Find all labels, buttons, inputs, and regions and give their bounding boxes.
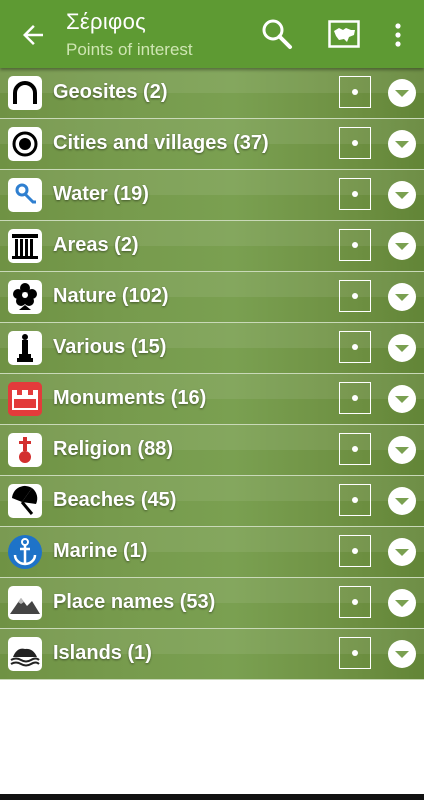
chevron-down-icon[interactable] xyxy=(387,282,417,312)
category-row-water[interactable]: Water (19) xyxy=(0,170,424,221)
category-checkbox[interactable] xyxy=(339,433,371,465)
category-list: Geosites (2) Cities and villages (37) Wa… xyxy=(0,68,424,680)
chevron-down-icon[interactable] xyxy=(387,486,417,516)
arrow-back-icon[interactable] xyxy=(18,20,48,50)
category-checkbox[interactable] xyxy=(339,382,371,414)
category-checkbox[interactable] xyxy=(339,76,371,108)
castle-icon xyxy=(8,382,42,416)
category-checkbox[interactable] xyxy=(339,637,371,669)
category-checkbox[interactable] xyxy=(339,586,371,618)
category-row-nature[interactable]: Nature (102) xyxy=(0,272,424,323)
island-icon xyxy=(8,637,42,671)
category-checkbox[interactable] xyxy=(339,331,371,363)
geosite-arch-icon xyxy=(8,76,42,110)
chevron-down-icon[interactable] xyxy=(387,231,417,261)
cross-icon xyxy=(8,433,42,467)
category-label: Nature (102) xyxy=(53,285,169,307)
category-checkbox[interactable] xyxy=(339,484,371,516)
chevron-down-icon[interactable] xyxy=(387,384,417,414)
category-label: Various (15) xyxy=(53,336,167,358)
category-label: Marine (1) xyxy=(53,540,148,562)
mountain-icon xyxy=(8,586,42,620)
category-row-islands[interactable]: Islands (1) xyxy=(0,629,424,680)
flower-icon xyxy=(8,280,42,314)
system-nav-bar xyxy=(0,794,424,800)
category-label: Beaches (45) xyxy=(53,489,177,511)
category-row-various[interactable]: Various (15) xyxy=(0,323,424,374)
category-row-marine[interactable]: Marine (1) xyxy=(0,527,424,578)
chevron-down-icon[interactable] xyxy=(387,537,417,567)
more-vert-icon[interactable] xyxy=(386,20,410,50)
column-icon xyxy=(8,229,42,263)
category-checkbox[interactable] xyxy=(339,127,371,159)
chevron-down-icon[interactable] xyxy=(387,180,417,210)
category-row-geosites[interactable]: Geosites (2) xyxy=(0,68,424,119)
category-checkbox[interactable] xyxy=(339,535,371,567)
city-target-icon xyxy=(8,127,42,161)
chevron-down-icon[interactable] xyxy=(387,129,417,159)
map-icon[interactable] xyxy=(328,20,360,48)
category-label: Cities and villages (37) xyxy=(53,132,269,154)
chevron-down-icon[interactable] xyxy=(387,333,417,363)
monument-figure-icon xyxy=(8,331,42,365)
chevron-down-icon[interactable] xyxy=(387,78,417,108)
category-checkbox[interactable] xyxy=(339,280,371,312)
category-row-monuments[interactable]: Monuments (16) xyxy=(0,374,424,425)
category-label: Areas (2) xyxy=(53,234,139,256)
app-bar: Σέριφος Points of interest xyxy=(0,0,424,68)
chevron-down-icon[interactable] xyxy=(387,588,417,618)
umbrella-icon xyxy=(8,484,42,518)
search-icon[interactable] xyxy=(260,17,294,51)
category-row-religion[interactable]: Religion (88) xyxy=(0,425,424,476)
page-title: Σέριφος xyxy=(66,9,147,34)
category-label: Water (19) xyxy=(53,183,149,205)
water-drop-icon xyxy=(8,178,42,212)
category-label: Religion (88) xyxy=(53,438,174,460)
category-row-cities[interactable]: Cities and villages (37) xyxy=(0,119,424,170)
category-label: Place names (53) xyxy=(53,591,216,613)
chevron-down-icon[interactable] xyxy=(387,435,417,465)
category-row-areas[interactable]: Areas (2) xyxy=(0,221,424,272)
category-label: Islands (1) xyxy=(53,642,152,664)
chevron-down-icon[interactable] xyxy=(387,639,417,669)
anchor-icon xyxy=(8,535,42,569)
category-checkbox[interactable] xyxy=(339,178,371,210)
category-checkbox[interactable] xyxy=(339,229,371,261)
category-label: Monuments (16) xyxy=(53,387,207,409)
page-subtitle: Points of interest xyxy=(66,40,193,59)
category-row-place-names[interactable]: Place names (53) xyxy=(0,578,424,629)
category-row-beaches[interactable]: Beaches (45) xyxy=(0,476,424,527)
category-label: Geosites (2) xyxy=(53,81,168,103)
